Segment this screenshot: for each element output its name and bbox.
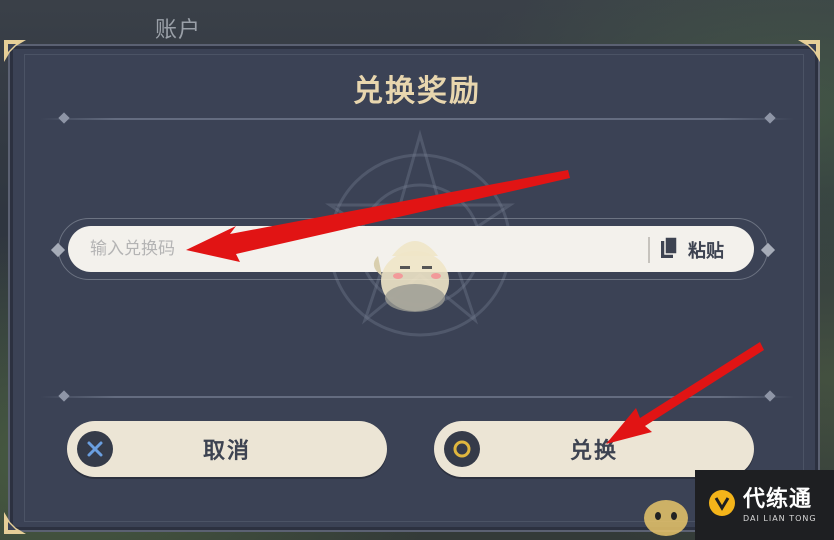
- paste-separator: [648, 237, 650, 263]
- paste-label: 粘贴: [688, 241, 724, 262]
- paste-button[interactable]: 粘贴: [660, 232, 744, 268]
- brand-name: 代练通: [743, 486, 813, 512]
- dialog-title: 兑换奖励: [353, 74, 481, 109]
- bottom-divider: [40, 390, 794, 402]
- redeem-label: 兑换: [569, 439, 618, 464]
- watermark-mascot-icon: [644, 500, 688, 536]
- brand-subtitle: DAI LIAN TONG: [743, 513, 817, 523]
- redeem-button[interactable]: 兑换: [434, 421, 754, 477]
- corner-ornament-icon: [796, 38, 822, 64]
- corner-ornament-icon: [2, 510, 28, 536]
- cancel-button[interactable]: 取消: [67, 421, 387, 477]
- corner-ornament-icon: [2, 38, 28, 64]
- account-tab-label[interactable]: 账户: [155, 12, 201, 44]
- circle-icon: [444, 431, 480, 467]
- cancel-label: 取消: [202, 439, 251, 464]
- title-divider: [40, 112, 794, 124]
- paimon-mascot-icon: [373, 241, 449, 312]
- watermark-logo: 代练通 DAI LIAN TONG: [695, 470, 834, 540]
- clipboard-icon: [660, 236, 678, 264]
- brand-logo-icon: [707, 488, 737, 522]
- x-icon: [77, 431, 113, 467]
